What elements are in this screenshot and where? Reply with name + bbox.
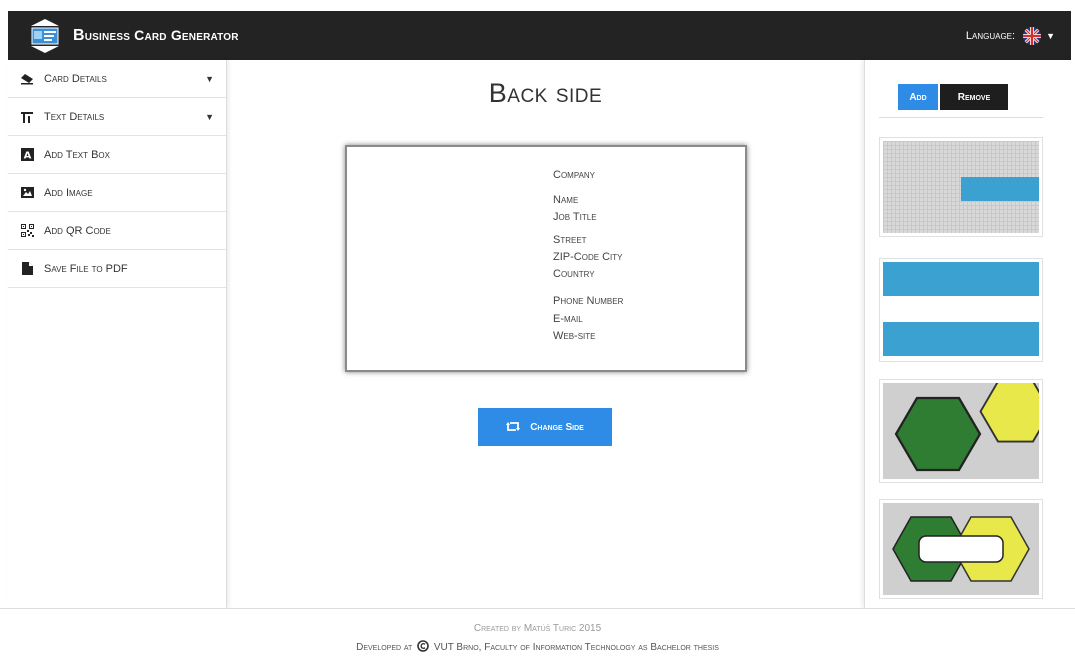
- template-thumbnail[interactable]: [879, 379, 1043, 483]
- app-title[interactable]: Business Card Generator: [73, 27, 239, 45]
- card-job-title-text[interactable]: Job Title: [553, 211, 597, 223]
- sidebar-item-label: Text Details: [44, 110, 105, 123]
- sidebar-item-label: Add QR Code: [44, 224, 111, 237]
- remove-button[interactable]: Remove: [940, 84, 1008, 110]
- change-side-label: Change Side: [530, 421, 584, 433]
- card-website-text[interactable]: Web-site: [553, 330, 596, 342]
- uk-flag-icon[interactable]: [1023, 26, 1042, 45]
- language-selector[interactable]: Language: ▼: [965, 26, 1055, 45]
- sidebar: Card Details ▼ Text Details ▼ A Add Text…: [8, 60, 227, 608]
- sidebar-item-add-text-box[interactable]: A Add Text Box: [8, 136, 226, 174]
- page-title: Back side: [488, 78, 603, 108]
- sidebar-item-label: Add Image: [44, 186, 93, 199]
- sidebar-item-label: Card Details: [44, 72, 107, 85]
- template-thumbnail[interactable]: [879, 137, 1043, 237]
- card-street-text[interactable]: Street: [553, 234, 587, 246]
- image-icon: [20, 186, 34, 200]
- footer-developed: Developed at VUT Brno, Faculty of Inform…: [0, 640, 1075, 655]
- sidebar-item-text-details[interactable]: Text Details ▼: [8, 98, 226, 136]
- main-area: Back side Company Name Job Title Street …: [228, 60, 863, 608]
- top-navbar: Business Card Generator Language: ▼: [8, 11, 1071, 60]
- sidebar-item-add-image[interactable]: Add Image: [8, 174, 226, 212]
- card-country-text[interactable]: Country: [553, 268, 595, 280]
- sidebar-item-card-details[interactable]: Card Details ▼: [8, 60, 226, 98]
- card-email-text[interactable]: E-mail: [553, 313, 583, 325]
- sidebar-item-save-pdf[interactable]: Save File to PDF: [8, 250, 226, 288]
- card-company-text[interactable]: Company: [553, 169, 595, 181]
- divider: [879, 117, 1043, 118]
- business-card-canvas[interactable]: Company Name Job Title Street ZIP-Code C…: [345, 145, 747, 372]
- footer-credit: Created by Matúš Turic 2015: [473, 623, 602, 634]
- template-thumbnail[interactable]: [879, 258, 1043, 362]
- text-height-icon: [20, 110, 34, 124]
- footer-developed-prefix: Developed at: [356, 642, 413, 653]
- retweet-icon: [506, 419, 521, 435]
- qr-code-icon: [20, 224, 34, 238]
- card-logo-icon[interactable]: [25, 16, 65, 56]
- svg-text:A: A: [23, 151, 31, 162]
- chevron-down-icon[interactable]: ▼: [1046, 31, 1055, 41]
- card-name-text[interactable]: Name: [553, 194, 578, 206]
- text-box-icon: A: [20, 148, 34, 162]
- add-button[interactable]: Add: [898, 84, 938, 110]
- sidebar-item-label: Add Text Box: [44, 148, 110, 161]
- change-side-button[interactable]: Change Side: [478, 408, 612, 446]
- sidebar-item-label: Save File to PDF: [44, 262, 128, 275]
- chevron-down-icon[interactable]: ▼: [205, 74, 214, 84]
- footer: Created by Matúš Turic 2015 Developed at…: [0, 608, 1075, 657]
- template-buttons: Add Remove: [898, 84, 1008, 110]
- template-thumbnail[interactable]: [879, 499, 1043, 599]
- card-zip-city-text[interactable]: ZIP-Code City: [553, 251, 623, 263]
- card-phone-text[interactable]: Phone Number: [553, 295, 623, 307]
- copyright-icon: [417, 640, 429, 655]
- template-panel: Add Remove: [864, 60, 1075, 608]
- eraser-icon: [20, 72, 34, 86]
- sidebar-item-add-qr-code[interactable]: Add QR Code: [8, 212, 226, 250]
- file-icon: [20, 262, 34, 276]
- footer-developed-rest: VUT Brno, Faculty of Information Technol…: [433, 642, 719, 653]
- chevron-down-icon[interactable]: ▼: [205, 112, 214, 122]
- language-label: Language:: [965, 29, 1016, 42]
